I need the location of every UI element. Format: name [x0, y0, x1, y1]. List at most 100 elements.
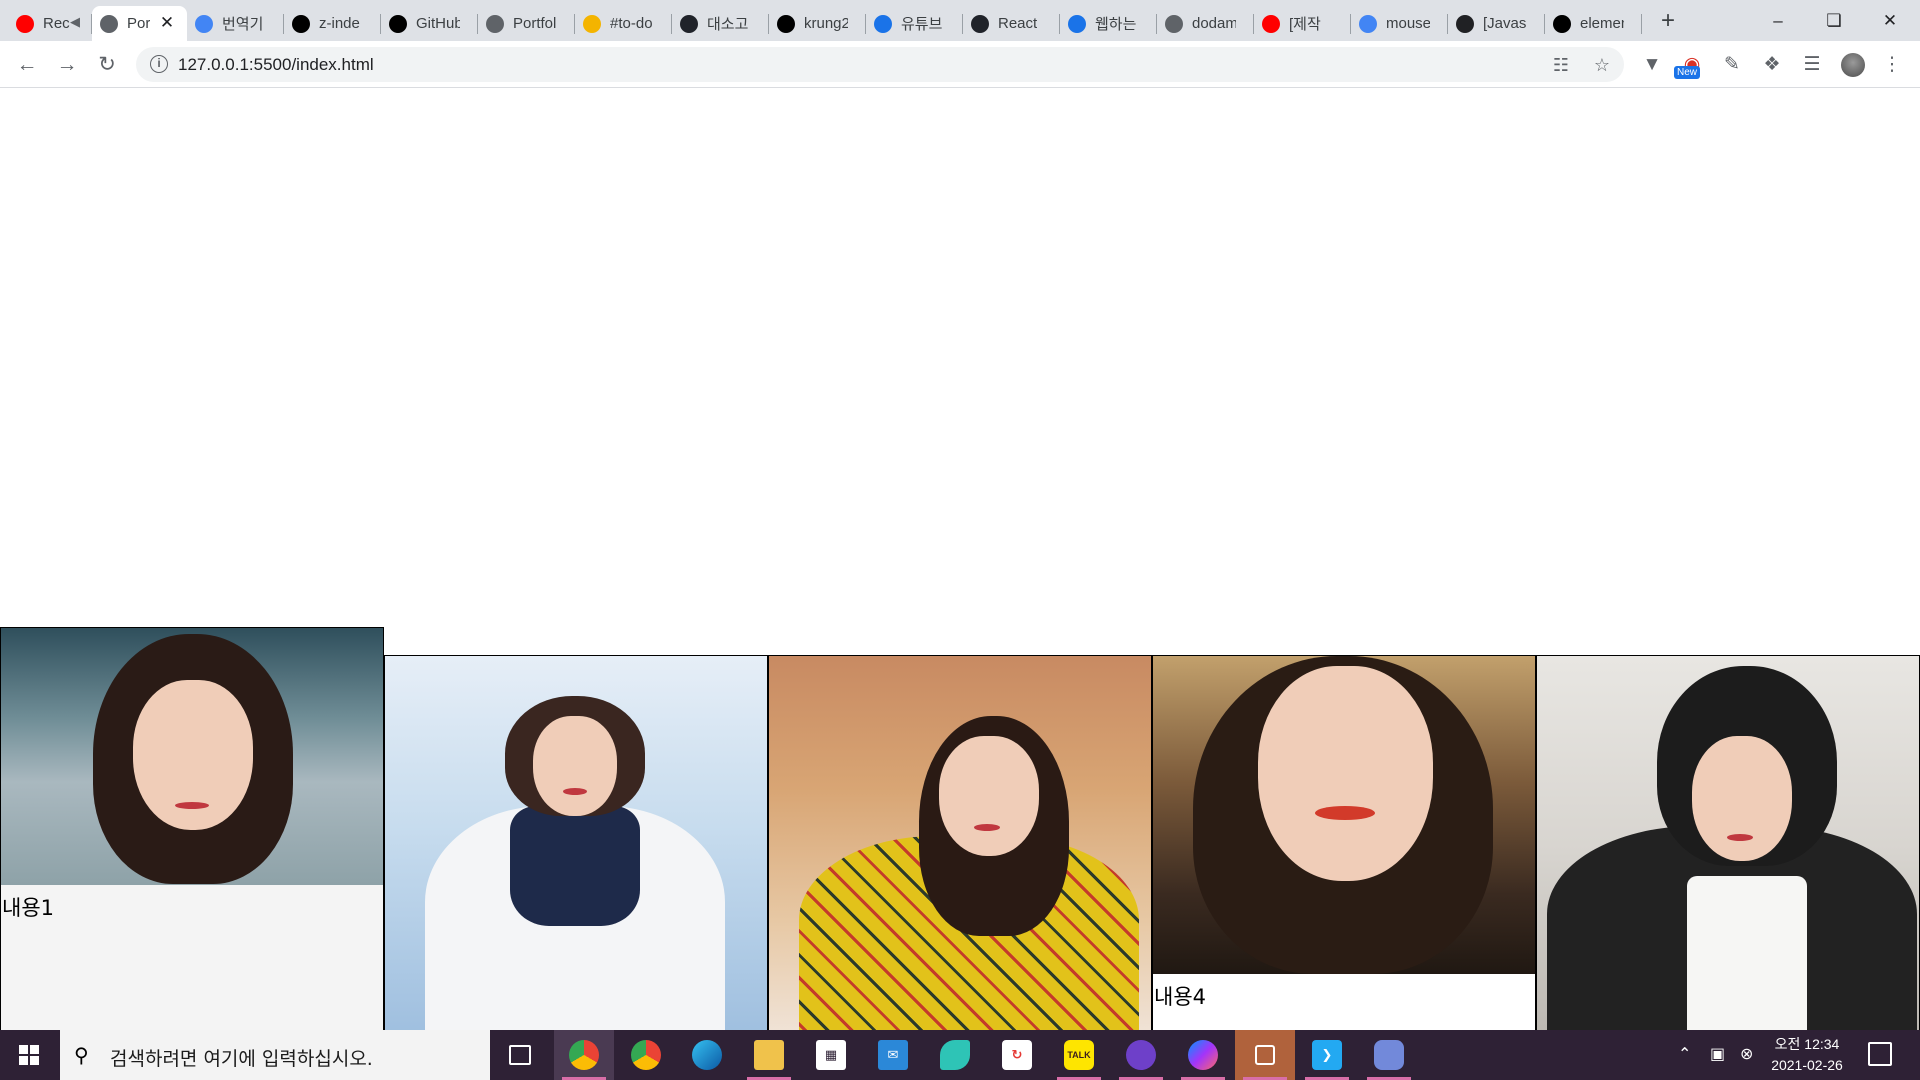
page-viewport: 내용1 내용4: [0, 88, 1920, 1030]
extensions-puzzle-icon[interactable]: ❖: [1758, 51, 1786, 79]
tab-title: mouse: [1386, 15, 1430, 32]
tab-title: 웹하는: [1095, 16, 1137, 33]
card-caption: 내용1: [2, 896, 55, 920]
google-icon: [1359, 14, 1377, 33]
card: [1536, 655, 1920, 1030]
mail-icon[interactable]: ✉: [863, 1030, 923, 1080]
eyedropper-icon[interactable]: ✎: [1718, 51, 1746, 79]
tab-2[interactable]: 번역기: [187, 6, 284, 41]
tab-0[interactable]: Rec ◀: [8, 6, 92, 41]
card: 내용1: [0, 627, 384, 1030]
card-image: [1153, 656, 1535, 974]
tab-title: [Javas: [1483, 15, 1527, 32]
address-bar[interactable]: i 127.0.0.1:5500/index.html ☷ ☆: [136, 47, 1624, 82]
notification-icon[interactable]: [1868, 1042, 1892, 1066]
tab-7[interactable]: 대소고: [672, 6, 769, 41]
new-badge: New: [1674, 66, 1701, 79]
tab-title: z-inde: [319, 15, 360, 32]
tab-3[interactable]: z-inde: [284, 6, 381, 41]
tab-title: Portfol: [513, 15, 557, 32]
restore-button[interactable]: ❏: [1806, 0, 1862, 41]
translate-icon[interactable]: ☷: [1550, 54, 1572, 76]
card-image: [385, 656, 767, 1030]
tab-12[interactable]: dodam: [1157, 6, 1254, 41]
card-image: [1, 628, 383, 885]
card: [384, 655, 768, 1030]
tab-title: dodam: [1192, 15, 1236, 32]
vscode-icon[interactable]: ❯: [1297, 1030, 1357, 1080]
chrome-canary-icon[interactable]: [616, 1030, 676, 1080]
close-window-button[interactable]: ✕: [1862, 0, 1918, 41]
store-icon[interactable]: ▦: [801, 1030, 861, 1080]
taskbar-clock[interactable]: 오전 12:34 2021-02-26: [1752, 1034, 1862, 1076]
tab-15[interactable]: [Javas: [1448, 6, 1545, 41]
kakaotalk-label: TALK: [1064, 1040, 1094, 1070]
messenger-icon[interactable]: [1173, 1030, 1233, 1080]
google-icon: [195, 14, 213, 33]
chrome-icon[interactable]: [554, 1030, 614, 1080]
tab-title: React: [998, 15, 1038, 32]
globe-icon: [100, 14, 118, 33]
tab-title: #to-do: [610, 15, 653, 32]
edge-icon[interactable]: [677, 1030, 737, 1080]
kakaotalk-icon[interactable]: TALK: [1049, 1030, 1109, 1080]
windows-logo-icon: [19, 1045, 39, 1065]
chevron-up-icon[interactable]: ⌃: [1678, 1044, 1691, 1064]
notion-icon: [1553, 14, 1571, 33]
tab-title: elemen: [1580, 15, 1624, 32]
tab-9[interactable]: 유튜브: [866, 6, 963, 41]
sync-icon[interactable]: ↻: [987, 1030, 1047, 1080]
tab-13[interactable]: [제작: [1254, 6, 1351, 41]
site-info-icon[interactable]: i: [150, 55, 168, 73]
forward-button[interactable]: →: [52, 50, 82, 80]
close-tab-icon[interactable]: ✕: [157, 13, 177, 33]
tab-1[interactable]: Por ✕: [92, 6, 187, 41]
warning-icon: [583, 14, 601, 33]
h-icon: [1068, 14, 1086, 33]
tab-8[interactable]: krung2: [769, 6, 866, 41]
reload-button[interactable]: ↻: [92, 50, 122, 80]
clock-date: 2021-02-26: [1771, 1057, 1843, 1073]
taskbar-search-box[interactable]: ⚲ 검색하려면 여기에 입력하십시오.: [60, 1030, 490, 1080]
bookmark-star-icon[interactable]: ☆: [1591, 54, 1613, 76]
globe-icon: [486, 14, 504, 33]
device-icon[interactable]: ▣: [1710, 1044, 1725, 1064]
tab-11[interactable]: 웹하는: [1060, 6, 1157, 41]
tab-4[interactable]: GitHub: [381, 6, 478, 41]
file-explorer-icon[interactable]: [739, 1030, 799, 1080]
tab-16[interactable]: elemen: [1545, 6, 1642, 41]
tab-title: krung2: [804, 15, 848, 32]
start-button[interactable]: [0, 1030, 58, 1080]
task-view-icon[interactable]: [490, 1030, 550, 1080]
search-icon: ⚲: [74, 1045, 89, 1067]
menu-kebab-icon[interactable]: ⋮: [1878, 51, 1906, 79]
url-text[interactable]: 127.0.0.1:5500/index.html: [178, 55, 374, 75]
profile-avatar[interactable]: [1841, 53, 1865, 77]
github-desktop-icon[interactable]: [1111, 1030, 1171, 1080]
tab-14[interactable]: mouse: [1351, 6, 1448, 41]
vue-devtools-icon[interactable]: ▼: [1638, 51, 1666, 79]
h-icon: [874, 14, 892, 33]
tab-title: 대소고: [707, 16, 749, 33]
card: 내용4: [1152, 655, 1536, 1030]
tab-title: 유튜브: [901, 16, 943, 33]
github-icon: [389, 14, 407, 33]
app-icon[interactable]: [1235, 1030, 1295, 1080]
back-button[interactable]: ←: [12, 50, 42, 80]
tab-strip: Rec ◀ Por ✕ 번역기 z-inde GitHub Portfol #to-do 대소고 k…: [0, 0, 1920, 41]
github-icon: [777, 14, 795, 33]
new-tab-button[interactable]: +: [1654, 8, 1682, 36]
card: [768, 655, 1152, 1030]
speaker-icon[interactable]: ◀: [70, 14, 80, 30]
card-image: [769, 656, 1151, 1030]
tab-6[interactable]: #to-do: [575, 6, 672, 41]
windows-taskbar: ⚲ 검색하려면 여기에 입력하십시오. ▦ ✉ ↻ TALK ❯ ⌃ ▣ ⊗ 오…: [0, 1030, 1920, 1080]
discord-icon[interactable]: [1359, 1030, 1419, 1080]
notion-icon: [292, 14, 310, 33]
tab-10[interactable]: React: [963, 6, 1060, 41]
minimize-button[interactable]: –: [1750, 0, 1806, 41]
media-control-icon[interactable]: ☰: [1798, 51, 1826, 79]
tab-5[interactable]: Portfol: [478, 6, 575, 41]
tab-separator: [1641, 14, 1642, 34]
app-icon[interactable]: [925, 1030, 985, 1080]
